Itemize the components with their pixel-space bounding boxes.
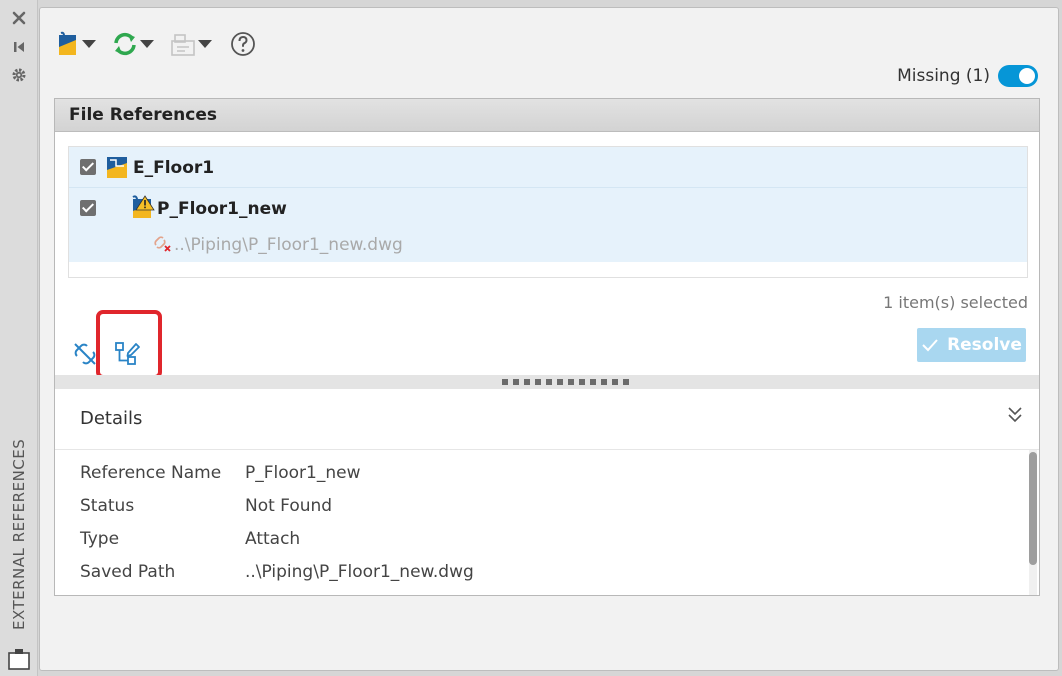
resolve-label: Resolve [947, 335, 1022, 355]
change-path-dropdown-arrow[interactable] [198, 40, 212, 48]
details-header[interactable]: Details [55, 389, 1039, 450]
attach-dwg-button[interactable] [56, 29, 80, 59]
details-title: Details [80, 408, 143, 429]
detach-link-icon [74, 343, 96, 365]
file-references-tree: E_Floor1 P_Floor1_new ..\Piping\P_Floor1… [68, 146, 1028, 278]
toolbar [56, 28, 256, 60]
properties-icon[interactable] [7, 648, 31, 670]
details-scrollbar[interactable] [1029, 450, 1037, 595]
tree-row-e-floor1[interactable]: E_Floor1 [69, 147, 1027, 188]
panel-splitter[interactable] [55, 375, 1039, 389]
detail-key: Saved Path [80, 562, 176, 582]
dwg-missing-warning-icon [132, 195, 155, 218]
missing-filter-label: Missing (1) [897, 66, 990, 86]
change-path-button[interactable] [170, 29, 196, 59]
p-floor1-new-checkbox[interactable] [80, 200, 96, 216]
tree-row-p-floor1-new[interactable]: P_Floor1_new ..\Piping\P_Floor1_new.dwg [69, 188, 1027, 262]
detail-key: Reference Name [80, 463, 222, 483]
autohide-icon[interactable] [9, 37, 29, 57]
attach-dwg-icon [59, 31, 76, 55]
highlight-box [96, 310, 162, 379]
dwg-file-icon [107, 157, 127, 178]
palette-title-bar: EXTERNAL REFERENCES [0, 0, 38, 676]
detail-value: Attach [245, 529, 301, 549]
refresh-icon [114, 32, 136, 56]
e-floor1-checkbox[interactable] [80, 159, 96, 175]
external-references-palette: Missing (1) File References E_Floor1 P_F… [39, 7, 1059, 671]
detail-key: Type [80, 529, 120, 549]
palette-title: EXTERNAL REFERENCES [10, 438, 28, 630]
checkmark-icon [922, 339, 938, 352]
selection-status: 1 item(s) selected [883, 293, 1028, 312]
gear-icon[interactable] [9, 65, 29, 85]
file-references-panel: File References E_Floor1 P_Floor1_new ..… [54, 98, 1040, 596]
file-references-title: File References [55, 99, 1039, 132]
refresh-button[interactable] [112, 29, 138, 59]
collapse-chevron-icon[interactable] [1007, 405, 1023, 425]
saved-path-label: ..\Piping\P_Floor1_new.dwg [174, 235, 403, 255]
broken-link-icon [154, 236, 171, 252]
scrollbar-thumb[interactable] [1029, 452, 1037, 565]
change-path-icon [171, 34, 195, 56]
missing-filter[interactable]: Missing (1) [897, 65, 1038, 87]
help-button[interactable] [230, 29, 256, 59]
attach-dropdown-arrow[interactable] [82, 40, 96, 48]
resolve-button[interactable]: Resolve [917, 328, 1026, 362]
detail-value: ..\Piping\P_Floor1_new.dwg [245, 562, 474, 582]
missing-toggle[interactable] [998, 65, 1038, 87]
refresh-dropdown-arrow[interactable] [140, 40, 154, 48]
close-icon[interactable] [9, 8, 29, 28]
detail-value: Not Found [245, 496, 333, 516]
p-floor1-new-label: P_Floor1_new [157, 199, 287, 219]
detail-key: Status [80, 496, 135, 516]
splitter-grip [502, 379, 629, 385]
e-floor1-label: E_Floor1 [133, 158, 215, 178]
help-icon [231, 32, 255, 56]
detail-value: P_Floor1_new [245, 463, 361, 483]
